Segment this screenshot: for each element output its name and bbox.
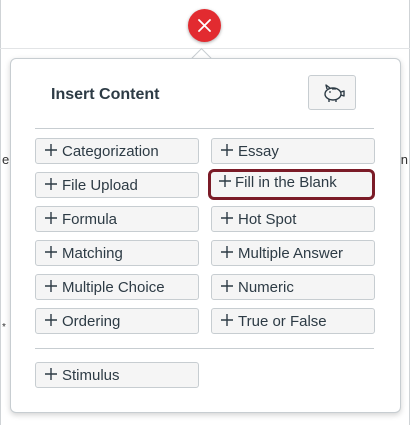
option-numeric[interactable]: Numeric bbox=[211, 274, 375, 300]
option-label: Formula bbox=[62, 211, 118, 228]
plus-icon bbox=[218, 174, 232, 192]
option-true-or-false[interactable]: True or False bbox=[211, 308, 375, 334]
background-text-fragment: n bbox=[400, 152, 408, 167]
option-label: Hot Spot bbox=[238, 211, 297, 228]
close-button[interactable] bbox=[188, 9, 221, 42]
option-formula[interactable]: Formula bbox=[35, 206, 199, 232]
plus-icon bbox=[220, 313, 234, 331]
plus-icon bbox=[220, 143, 234, 161]
option-label: Fill in the Blank bbox=[235, 174, 337, 191]
option-hot-spot[interactable]: Hot Spot bbox=[211, 206, 375, 232]
plus-icon bbox=[44, 245, 58, 263]
popover-divider bbox=[35, 348, 374, 349]
plus-icon bbox=[44, 143, 58, 161]
option-label: Categorization bbox=[62, 143, 159, 160]
option-categorization[interactable]: Categorization bbox=[35, 138, 199, 164]
option-label: File Upload bbox=[62, 177, 138, 194]
option-label: Ordering bbox=[62, 313, 121, 330]
plus-icon bbox=[220, 279, 234, 297]
plus-icon bbox=[44, 279, 58, 297]
plus-icon bbox=[220, 245, 234, 263]
piggy-bank-button[interactable] bbox=[308, 75, 356, 110]
option-multiple-choice[interactable]: Multiple Choice bbox=[35, 274, 199, 300]
option-essay[interactable]: Essay bbox=[211, 138, 375, 164]
option-multiple-answer[interactable]: Multiple Answer bbox=[211, 240, 375, 266]
option-file-upload[interactable]: File Upload bbox=[35, 172, 199, 198]
option-label: Matching bbox=[62, 245, 123, 262]
option-label: True or False bbox=[238, 313, 327, 330]
option-label: Multiple Answer bbox=[238, 245, 344, 262]
background-divider bbox=[0, 48, 410, 49]
piggy-bank-icon bbox=[324, 84, 345, 102]
background-text-fragment: e bbox=[2, 152, 10, 167]
option-label: Essay bbox=[238, 143, 279, 160]
plus-icon bbox=[44, 177, 58, 195]
option-label: Stimulus bbox=[62, 367, 120, 384]
plus-icon bbox=[44, 211, 58, 229]
option-label: Numeric bbox=[238, 279, 294, 296]
option-ordering[interactable]: Ordering bbox=[35, 308, 199, 334]
background-text-fragment: * bbox=[2, 322, 6, 333]
insert-content-popover: Insert Content Categorization File Uploa… bbox=[10, 58, 401, 413]
plus-icon bbox=[44, 367, 58, 385]
option-matching[interactable]: Matching bbox=[35, 240, 199, 266]
popover-title: Insert Content bbox=[51, 86, 160, 103]
background-edge-left bbox=[0, 0, 1, 425]
option-label: Multiple Choice bbox=[62, 279, 165, 296]
option-stimulus[interactable]: Stimulus bbox=[35, 362, 199, 388]
close-icon bbox=[198, 19, 211, 32]
plus-icon bbox=[220, 211, 234, 229]
option-fill-in-the-blank[interactable]: Fill in the Blank bbox=[208, 169, 375, 200]
plus-icon bbox=[44, 313, 58, 331]
popover-divider bbox=[35, 128, 374, 129]
